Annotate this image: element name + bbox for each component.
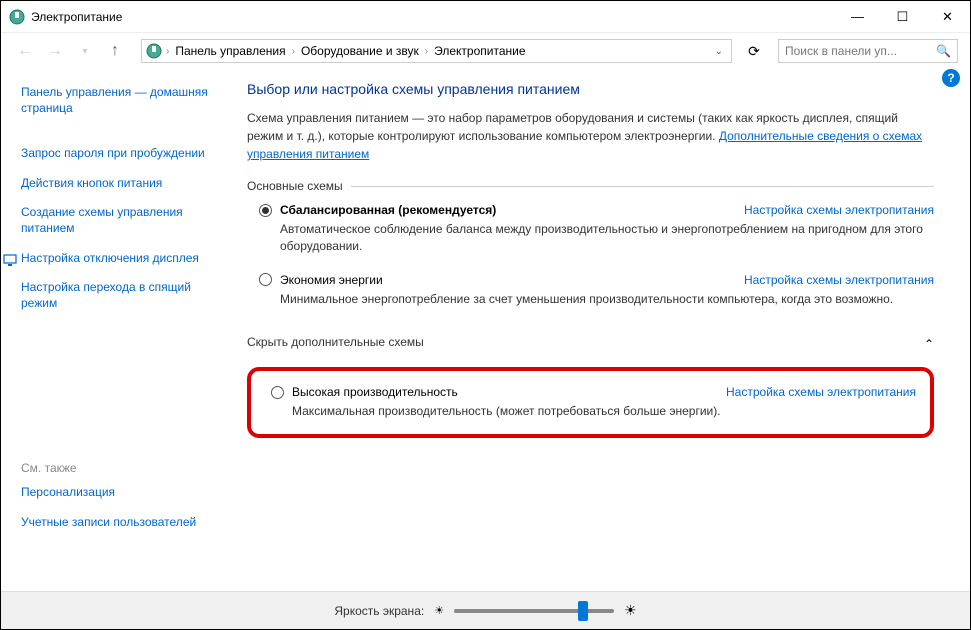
close-button[interactable]: ✕ [925,2,970,32]
titlebar: Электропитание — ☐ ✕ [1,1,970,33]
sidebar-home-link[interactable]: Панель управления — домашняя страница [21,85,211,116]
collapse-button[interactable]: ⌃ [924,337,934,351]
help-icon[interactable]: ? [942,69,960,87]
primary-plans-group: Основные схемы Сбалансированная (рекомен… [247,179,934,325]
chevron-right-icon: › [292,46,295,57]
see-also-label: См. также [21,461,211,475]
breadcrumb[interactable]: › Панель управления › Оборудование и зву… [141,39,732,63]
plan-name: Высокая производительность [292,385,458,399]
breadcrumb-item[interactable]: Электропитание [432,44,527,58]
main-area: Панель управления — домашняя страница За… [1,69,970,591]
window-title: Электропитание [31,10,122,24]
plan-description: Автоматическое соблюдение баланса между … [259,221,934,255]
search-placeholder: Поиск в панели уп... [785,44,897,58]
chevron-right-icon: › [166,46,169,57]
plan-settings-link[interactable]: Настройка схемы электропитания [744,273,934,287]
refresh-button[interactable]: ⟳ [742,39,766,63]
plan-settings-link[interactable]: Настройка схемы электропитания [726,385,916,399]
plan-settings-link[interactable]: Настройка схемы электропитания [744,203,934,217]
plan-balanced: Сбалансированная (рекомендуется) Настрой… [247,203,934,255]
sun-high-icon: ☀ [624,602,637,619]
plan-high-performance: Высокая производительность Настройка схе… [259,385,916,420]
sidebar-link-display-off[interactable]: Настройка отключения дисплея [3,251,211,267]
sidebar-see-also-link[interactable]: Учетные записи пользователей [21,515,211,531]
brightness-bar: Яркость экрана: ☀ ☀ [1,591,970,629]
breadcrumb-item[interactable]: Панель управления [173,44,287,58]
group-label: Скрыть дополнительные схемы [247,335,424,349]
moon-icon [3,282,17,296]
up-button[interactable]: ↑ [103,39,127,63]
plan-name: Сбалансированная (рекомендуется) [280,203,496,217]
plan-description: Максимальная производительность (может п… [271,403,916,420]
breadcrumb-item[interactable]: Оборудование и звук [299,44,421,58]
sidebar-link[interactable]: Действия кнопок питания [21,176,211,192]
sidebar-link[interactable]: Создание схемы управления питанием [21,205,211,236]
highlight-box: Высокая производительность Настройка схе… [247,367,934,438]
window-controls: — ☐ ✕ [835,2,970,32]
slider-thumb[interactable] [578,601,588,621]
power-options-icon [146,43,162,59]
power-options-icon [9,9,25,25]
page-heading: Выбор или настройка схемы управления пит… [247,81,934,97]
brightness-label: Яркость экрана: [334,604,424,618]
sidebar: Панель управления — домашняя страница За… [1,69,211,591]
plan-description: Минимальное энергопотребление за счет ум… [259,291,934,308]
chevron-right-icon: › [425,46,428,57]
search-input[interactable]: Поиск в панели уп... 🔍 [778,39,958,63]
page-description: Схема управления питанием — это набор па… [247,109,934,163]
radio-power-saver[interactable] [259,273,272,286]
maximize-button[interactable]: ☐ [880,2,925,32]
content-area: ? Выбор или настройка схемы управления п… [211,69,970,591]
additional-plans-group: Скрыть дополнительные схемы ⌃ Высокая пр… [247,335,934,438]
sidebar-link[interactable]: Запрос пароля при пробуждении [21,146,211,162]
forward-button[interactable]: → [43,39,67,63]
radio-balanced[interactable] [259,204,272,217]
plan-name: Экономия энергии [280,273,383,287]
plan-power-saver: Экономия энергии Настройка схемы электро… [247,273,934,308]
nav-bar: ← → ▾ ↑ › Панель управления › Оборудован… [1,33,970,69]
sidebar-link-sleep[interactable]: Настройка перехода в спящий режим [3,280,211,311]
sidebar-see-also-link[interactable]: Персонализация [21,485,211,501]
sun-low-icon: ☀ [434,604,444,617]
group-label: Основные схемы [247,179,351,193]
back-button[interactable]: ← [13,39,37,63]
recent-dropdown[interactable]: ▾ [73,39,97,63]
radio-high-performance[interactable] [271,386,284,399]
search-icon: 🔍 [936,44,951,58]
chevron-down-icon[interactable]: ⌄ [715,46,727,57]
minimize-button[interactable]: — [835,2,880,32]
monitor-icon [3,253,17,267]
brightness-slider[interactable] [454,609,614,613]
